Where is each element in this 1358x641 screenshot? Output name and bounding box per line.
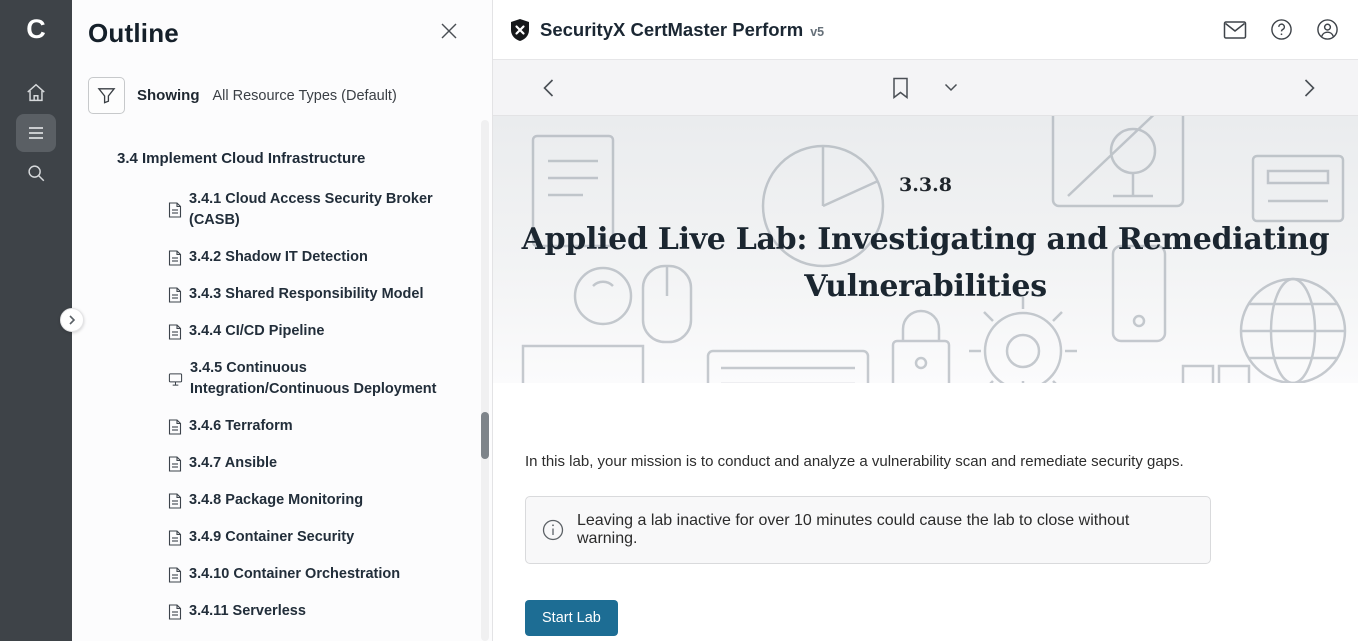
filter-button[interactable] [88,77,125,114]
outline-item[interactable]: 3.4.11 Serverless [168,601,446,622]
outline-panel: Outline Showing All Resource Types (Defa… [72,0,493,641]
lesson-hero-banner: 3.3.8 Applied Live Lab: Investigating an… [493,116,1358,383]
outline-scrollbar-thumb[interactable] [481,412,489,459]
search-icon [25,162,47,184]
outline-list: 3.4.1 Cloud Access Security Broker (CASB… [168,189,446,622]
outline-item[interactable]: 3.4.6 Terraform [168,416,446,437]
chevron-left-icon [542,78,555,98]
document-icon [168,250,182,266]
rail-search-button[interactable] [16,154,56,192]
close-icon [440,22,458,40]
mail-icon [1223,20,1247,40]
outline-item[interactable]: 3.4.1 Cloud Access Security Broker (CASB… [168,189,446,231]
lesson-description: In this lab, your mission is to conduct … [525,453,1326,470]
lesson-content: In this lab, your mission is to conduct … [493,383,1358,636]
close-panel-button[interactable] [440,22,458,40]
app-window: C [0,0,1358,641]
outline-item-label: 3.4.3 Shared Responsibility Model [189,284,423,305]
main-header: SecurityX CertMaster Perform v5 [493,0,1358,60]
funnel-icon [97,86,116,105]
main-area: SecurityX CertMaster Perform v5 [493,0,1358,641]
chevron-down-icon [944,83,958,92]
outline-item[interactable]: 3.4.9 Container Security [168,527,446,548]
outline-item[interactable]: 3.4.10 Container Orchestration [168,564,446,585]
filter-showing-label: Showing [137,87,200,104]
outline-item-label: 3.4.11 Serverless [189,601,306,622]
help-icon [1270,18,1293,41]
inactivity-notice-text: Leaving a lab inactive for over 10 minut… [577,512,1194,548]
outline-section-title[interactable]: 3.4 Implement Cloud Infrastructure [117,150,476,167]
document-icon [168,456,182,472]
outline-item-label: 3.4.7 Ansible [189,453,277,474]
outline-item-label: 3.4.8 Package Monitoring [189,490,363,511]
product-version: v5 [810,21,824,39]
outline-item-label: 3.4.1 Cloud Access Security Broker (CASB… [189,189,446,231]
lesson-scroll-area: 3.3.8 Applied Live Lab: Investigating an… [493,116,1358,641]
outline-item-label: 3.4.2 Shadow IT Detection [189,247,368,268]
account-icon [1316,18,1339,41]
document-icon [168,493,182,509]
outline-item-label: 3.4.5 Continuous Integration/Continuous … [190,358,446,400]
document-icon [168,604,182,620]
outline-item[interactable]: 3.4.8 Package Monitoring [168,490,446,511]
home-icon [25,82,47,104]
account-button[interactable] [1314,17,1340,43]
start-lab-button[interactable]: Start Lab [525,600,618,636]
monitor-icon [168,372,183,387]
outline-item-label: 3.4.10 Container Orchestration [189,564,400,585]
bookmark-menu-button[interactable] [938,75,964,101]
outline-item[interactable]: 3.4.4 CI/CD Pipeline [168,321,446,342]
outline-item[interactable]: 3.4.2 Shadow IT Detection [168,247,446,268]
document-icon [168,324,182,340]
outline-item-label: 3.4.6 Terraform [189,416,293,437]
outline-item[interactable]: 3.4.7 Ansible [168,453,446,474]
next-page-button[interactable] [1296,75,1322,101]
previous-page-button[interactable] [535,75,561,101]
outline-panel-title: Outline [88,18,179,49]
info-icon [542,519,564,541]
menu-icon [26,123,46,143]
outline-item-label: 3.4.4 CI/CD Pipeline [189,321,324,342]
lesson-toolbar [493,60,1358,116]
outline-item-label: 3.4.9 Container Security [189,527,354,548]
inactivity-notice: Leaving a lab inactive for over 10 minut… [525,496,1211,564]
bookmark-button[interactable] [888,75,914,101]
bookmark-icon [892,77,909,99]
chevron-right-icon [67,315,77,325]
lesson-number: 3.3.8 [899,174,952,196]
product-title: SecurityX CertMaster Perform [540,19,803,41]
product-brand: SecurityX CertMaster Perform v5 [509,18,824,42]
filter-value[interactable]: All Resource Types (Default) [213,88,397,104]
rail-home-button[interactable] [16,74,56,112]
document-icon [168,287,182,303]
outline-item[interactable]: 3.4.3 Shared Responsibility Model [168,284,446,305]
document-icon [168,202,182,218]
rail-outline-button[interactable] [16,114,56,152]
outline-item[interactable]: 3.4.5 Continuous Integration/Continuous … [168,358,446,400]
comptia-logo: C [26,10,46,48]
document-icon [168,530,182,546]
outline-scrollbar-track[interactable] [481,120,489,641]
document-icon [168,419,182,435]
lesson-title: Applied Live Lab: Investigating and Reme… [506,216,1346,310]
panel-collapse-button[interactable] [60,308,84,332]
messages-button[interactable] [1222,17,1248,43]
shield-x-icon [509,18,531,42]
chevron-right-icon [1303,78,1316,98]
document-icon [168,567,182,583]
help-button[interactable] [1268,17,1294,43]
